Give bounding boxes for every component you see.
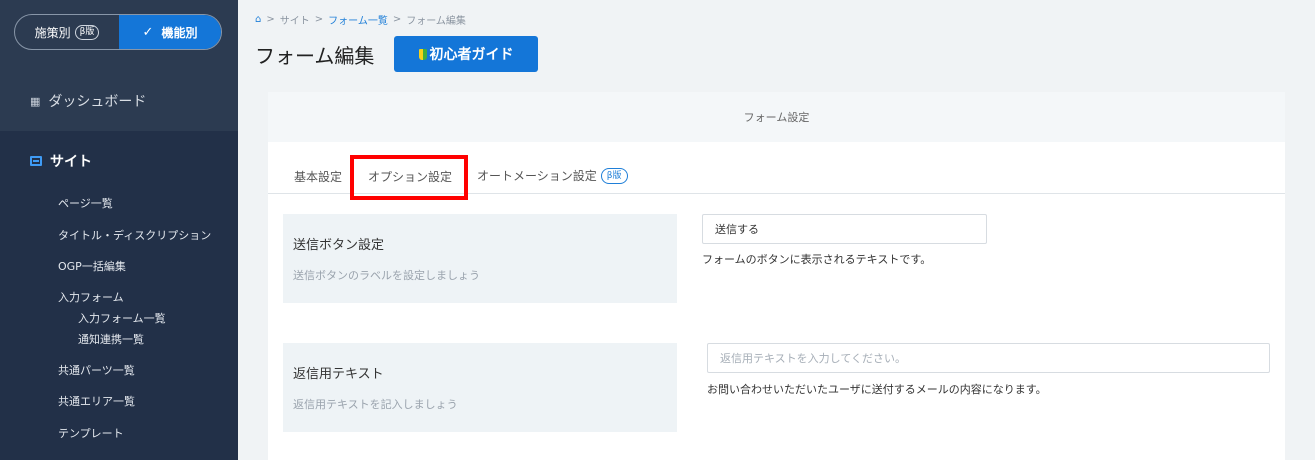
toggle-by-measure[interactable]: 施策別 β版 [15, 15, 119, 49]
view-toggle: 施策別 β版 ✓ 機能別 [14, 14, 222, 50]
sidebar-item-notification-list[interactable]: 通知連携一覧 [78, 331, 144, 347]
toggle-by-measure-label: 施策別 [34, 25, 71, 40]
sidebar-item-site[interactable]: サイト [30, 151, 92, 171]
tab-automation-settings[interactable]: オートメーション設定 β版 [477, 167, 628, 184]
sidebar-item-common-areas[interactable]: 共通エリア一覧 [58, 393, 135, 409]
beginner-mark-icon [418, 48, 427, 60]
beginner-guide-label: 初心者ガイド [429, 47, 514, 63]
toggle-by-function[interactable]: ✓ 機能別 [119, 15, 221, 49]
page-title: フォーム編集 [255, 44, 375, 68]
breadcrumb-current: フォーム編集 [406, 16, 466, 27]
tab-label: オートメーション設定 [477, 169, 597, 183]
sidebar-item-templates[interactable]: テンプレート [58, 425, 124, 441]
sidebar-item-input-form-list[interactable]: 入力フォーム一覧 [78, 310, 166, 326]
breadcrumb: ⌂ > サイト > フォーム一覧 > フォーム編集 [255, 12, 466, 27]
reply-text-input[interactable] [707, 343, 1270, 373]
sidebar-item-common-parts[interactable]: 共通パーツ一覧 [58, 362, 135, 378]
setting-description: 返信用テキストを記入しましょう [293, 398, 458, 411]
breadcrumb-separator: > [314, 14, 324, 25]
sidebar-item-dashboard[interactable]: ▦ ダッシュボード [0, 72, 238, 130]
toggle-by-function-label: 機能別 [161, 25, 198, 40]
highlight-box [350, 155, 468, 200]
dashboard-icon: ▦ [30, 94, 41, 108]
sidebar-item-input-form[interactable]: 入力フォーム [58, 289, 124, 305]
submit-button-help-text: フォームのボタンに表示されるテキストです。 [702, 253, 932, 266]
breadcrumb-separator: > [266, 14, 275, 25]
sidebar-item-title-description[interactable]: タイトル・ディスクリプション [58, 227, 211, 243]
tab-label: 基本設定 [294, 170, 343, 184]
reply-text-help-text: お問い合わせいただいたユーザに送付するメールの内容になります。 [707, 383, 1047, 396]
sidebar-item-page-list[interactable]: ページ一覧 [58, 195, 113, 211]
site-icon [30, 156, 42, 166]
setting-reply-text: 返信用テキスト 返信用テキストを記入しましょう [283, 343, 677, 432]
sidebar: 施策別 β版 ✓ 機能別 ▦ ダッシュボード サイト ページ一覧 タイトル・ディ… [0, 0, 238, 460]
breadcrumb-separator: > [392, 14, 402, 25]
form-settings-card: フォーム設定 基本設定 オプション設定 オートメーション設定 β版 送信ボタン設… [268, 92, 1285, 460]
beta-badge: β版 [74, 24, 100, 40]
card-header: フォーム設定 [268, 92, 1285, 142]
submit-button-label-input[interactable] [702, 214, 987, 244]
setting-title: 送信ボタン設定 [293, 238, 385, 253]
sidebar-item-label: ダッシュボード [48, 94, 147, 110]
sidebar-item-label: サイト [50, 154, 92, 170]
beginner-guide-button[interactable]: 初心者ガイド [394, 36, 538, 72]
setting-description: 送信ボタンのラベルを設定しましょう [293, 269, 480, 282]
sidebar-section-site: サイト ページ一覧 タイトル・ディスクリプション OGP一括編集 入力フォーム … [0, 131, 238, 460]
breadcrumb-site[interactable]: サイト [280, 12, 310, 27]
tab-basic-settings[interactable]: 基本設定 [294, 168, 342, 185]
beta-badge: β版 [600, 167, 628, 184]
sidebar-item-ogp-bulk-edit[interactable]: OGP一括編集 [58, 258, 126, 274]
setting-submit-button: 送信ボタン設定 送信ボタンのラベルを設定しましょう [283, 214, 677, 303]
setting-title: 返信用テキスト [293, 367, 384, 382]
breadcrumb-form-list[interactable]: フォーム一覧 [328, 12, 388, 27]
settings-tabs: 基本設定 オプション設定 オートメーション設定 β版 [268, 142, 1285, 200]
home-icon[interactable]: ⌂ [255, 14, 261, 25]
check-icon: ✓ [142, 24, 154, 40]
